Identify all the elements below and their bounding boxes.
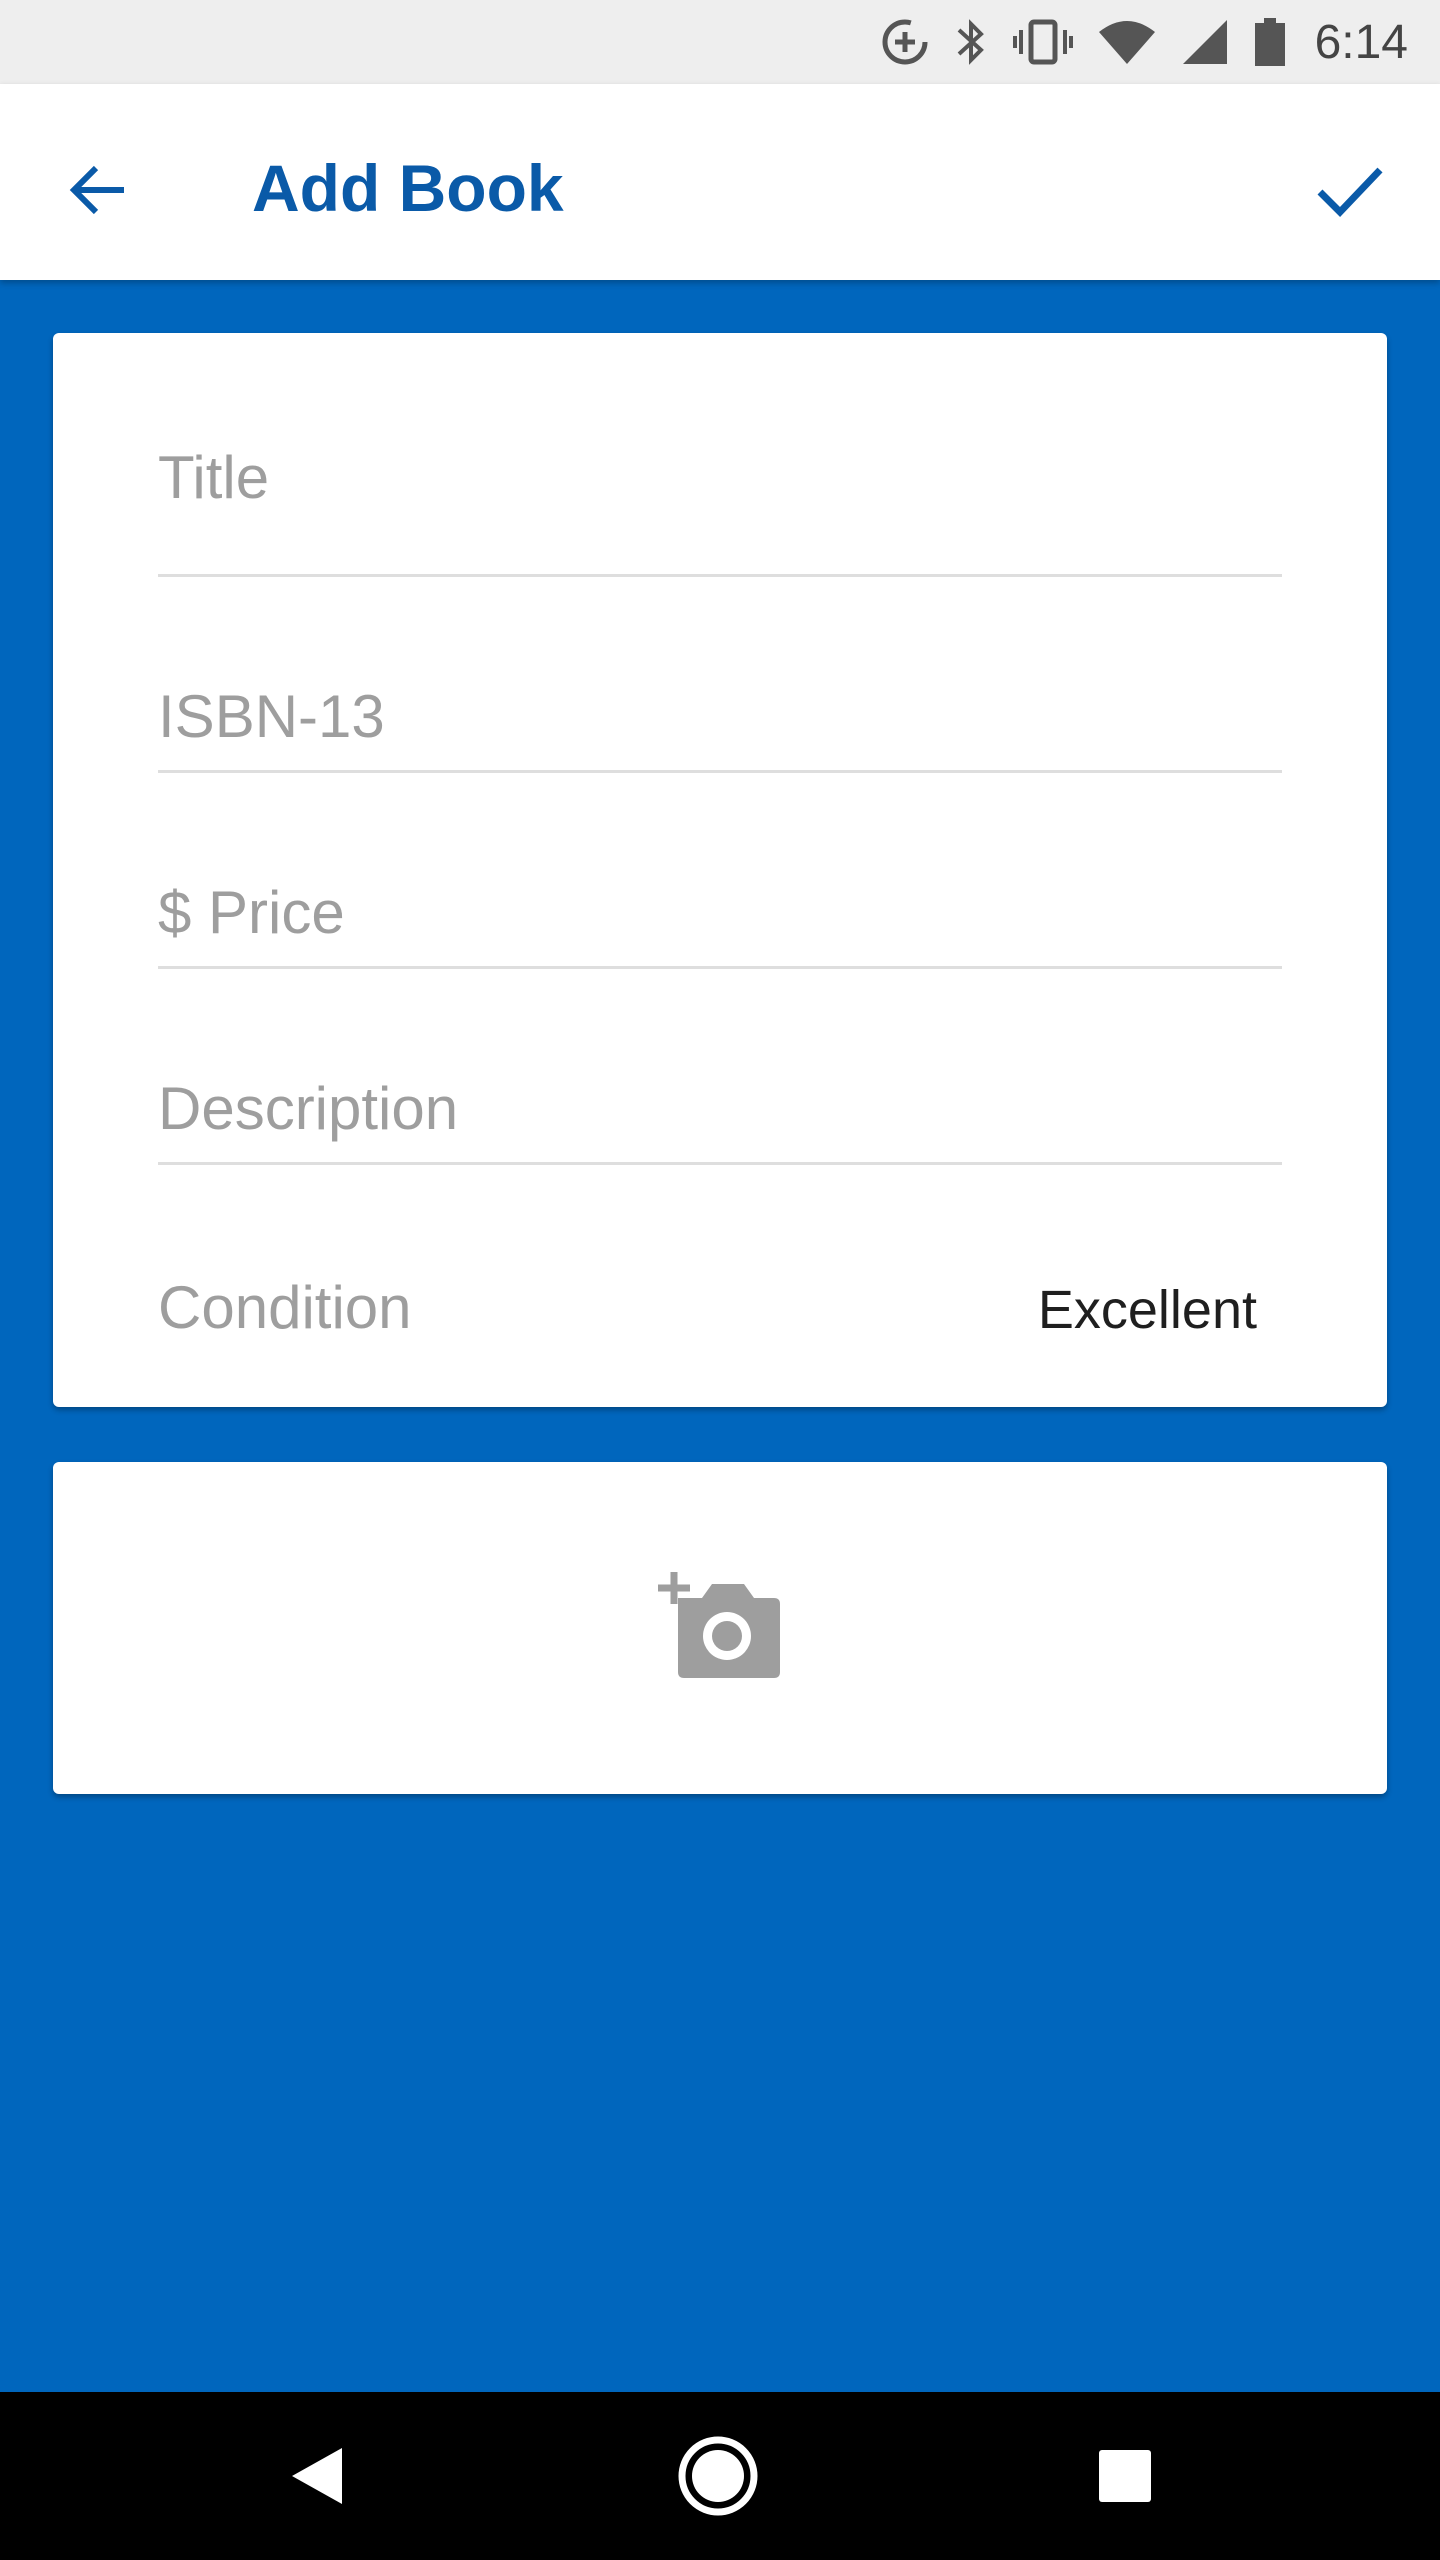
wifi-icon [1097,16,1157,68]
nav-back-icon [292,2448,342,2504]
isbn-field[interactable]: ISBN-13 [158,577,1282,773]
nav-recents-icon [1099,2450,1151,2502]
save-button[interactable] [1300,140,1400,240]
condition-row: Condition Excellent [158,1165,1282,1361]
nav-home-button[interactable] [668,2426,768,2526]
nav-home-icon [678,2436,758,2516]
isbn-placeholder: ISBN-13 [158,683,385,750]
title-placeholder: Title [158,444,270,511]
description-field[interactable]: Description [158,969,1282,1165]
data-saver-icon [879,16,931,68]
status-bar: 6:14 [0,0,1440,84]
price-field[interactable]: $ Price [158,773,1282,969]
nav-back-button[interactable] [268,2426,368,2526]
check-icon [1317,167,1383,218]
title-field[interactable]: Title [158,333,1282,577]
battery-icon [1253,16,1287,68]
book-form-card: Title ISBN-13 $ Price Description Condit… [53,333,1387,1407]
condition-select[interactable]: Excellent [1038,1275,1257,1345]
vibrate-icon [1011,16,1075,68]
description-placeholder: Description [158,1075,459,1142]
page-title: Add Book [252,151,564,225]
nav-recents-button[interactable] [1075,2426,1175,2526]
add-photo-icon[interactable] [658,1570,782,1687]
condition-label: Condition [158,1274,412,1341]
status-time: 6:14 [1314,15,1408,69]
cell-signal-icon [1179,16,1231,68]
back-button[interactable] [50,142,146,238]
add-photo-card[interactable] [53,1462,1387,1794]
bluetooth-icon [953,16,989,68]
system-nav-bar [0,2392,1440,2560]
price-placeholder: $ Price [158,879,345,946]
arrow-back-icon [69,165,124,215]
app-bar: Add Book [0,84,1440,280]
